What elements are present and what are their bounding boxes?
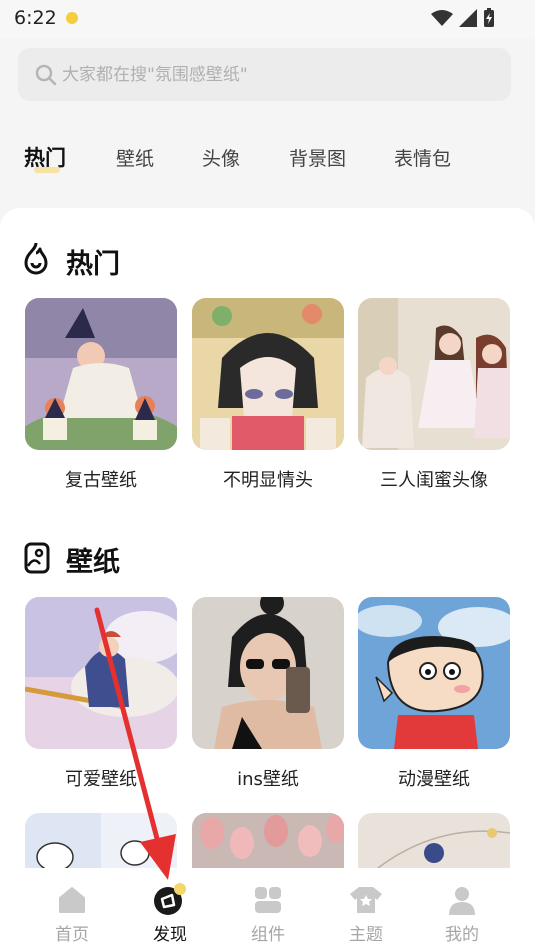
wallpaper-thumb-row3-2[interactable] (192, 813, 344, 868)
status-bar: 6:22 (0, 0, 535, 38)
bottom-navigation: 首页 发现 组件 主题 我的 (0, 868, 535, 951)
nav-theme[interactable]: 主题 (326, 868, 406, 951)
search-input[interactable] (62, 64, 482, 85)
hot-caption-bestie-avatar: 三人闺蜜头像 (380, 470, 488, 491)
wallpaper-caption-cute: 可爱壁纸 (65, 769, 137, 790)
wallpaper-caption-ins: ins壁纸 (237, 769, 299, 790)
theme-shirt-icon (350, 887, 382, 913)
section-title-hot: 热门 (66, 249, 120, 280)
status-time: 6:22 (14, 7, 57, 29)
nav-discover[interactable]: 发现 (130, 868, 210, 951)
battery-icon (484, 8, 494, 27)
nav-label-profile: 我的 (445, 925, 479, 945)
section-title-wallpaper: 壁纸 (66, 547, 120, 578)
tab-wallpaper[interactable]: 壁纸 (116, 144, 154, 171)
wallpaper-thumb-cute[interactable] (25, 597, 177, 749)
hot-thumb-bestie-avatar[interactable] (358, 298, 510, 450)
search-bar[interactable] (18, 48, 511, 101)
wallpaper-thumb-row3-1[interactable] (25, 813, 177, 868)
hot-thumb-retro[interactable] (25, 298, 177, 450)
tab-stickers[interactable]: 表情包 (394, 144, 451, 171)
search-icon (35, 64, 57, 85)
nav-label-home: 首页 (55, 925, 89, 945)
discover-icon (154, 883, 186, 915)
wallpaper-caption-anime: 动漫壁纸 (398, 769, 470, 790)
nav-profile[interactable]: 我的 (422, 868, 502, 951)
hot-caption-couple-avatar: 不明显情头 (223, 470, 313, 491)
wallpaper-icon (24, 542, 50, 574)
home-icon (59, 887, 85, 913)
nav-widgets[interactable]: 组件 (228, 868, 308, 951)
tab-avatar[interactable]: 头像 (202, 144, 240, 171)
widgets-icon (255, 887, 281, 913)
nav-home[interactable]: 首页 (32, 868, 112, 951)
notification-dot-icon (66, 12, 78, 24)
wifi-icon (431, 10, 453, 26)
wallpaper-thumb-ins[interactable] (192, 597, 344, 749)
hot-thumb-couple-avatar[interactable] (192, 298, 344, 450)
category-tabs: 热门 壁纸 头像 背景图 表情包 (0, 128, 535, 183)
status-icons (431, 8, 495, 28)
nav-label-discover: 发现 (153, 925, 187, 945)
profile-icon (449, 887, 475, 915)
wallpaper-thumb-anime[interactable] (358, 597, 510, 749)
nav-label-theme: 主题 (349, 925, 383, 945)
tab-background[interactable]: 背景图 (289, 144, 346, 171)
signal-icon (459, 9, 477, 27)
wallpaper-thumb-row3-3[interactable] (358, 813, 510, 868)
hot-caption-retro: 复古壁纸 (65, 470, 137, 491)
active-tab-indicator (34, 167, 60, 173)
flame-icon (24, 242, 48, 275)
nav-label-widgets: 组件 (251, 925, 285, 945)
